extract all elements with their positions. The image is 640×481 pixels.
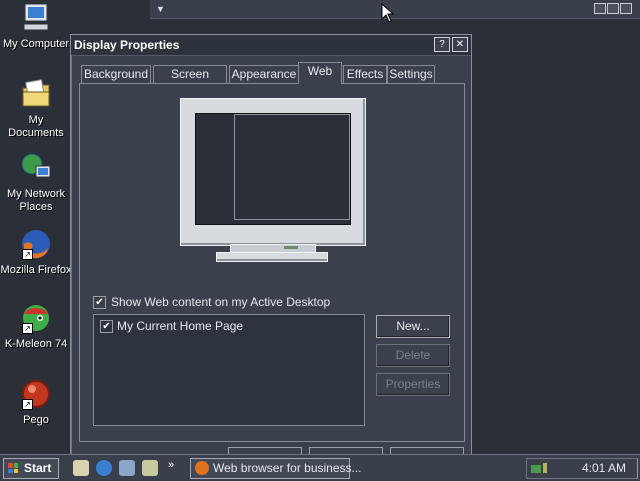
k-meleon-icon: ↗: [20, 302, 52, 334]
pego-icon: ↗: [20, 378, 52, 410]
show-web-content-label: Show Web content on my Active Desktop: [111, 295, 331, 309]
monitor-preview: [180, 98, 366, 246]
start-button[interactable]: Start: [3, 458, 59, 479]
close-icon[interactable]: [620, 3, 632, 14]
close-button[interactable]: ✕: [452, 37, 468, 52]
start-label: Start: [24, 461, 52, 475]
tab-screen-saver[interactable]: Screen Saver: [153, 65, 227, 98]
firefox-icon: [195, 461, 209, 475]
help-button[interactable]: ?: [434, 37, 450, 52]
desktop-icon-mozilla-firefox[interactable]: ↗ Mozilla Firefox: [0, 228, 72, 277]
background-window-titlebar: ▼: [150, 0, 640, 19]
list-item-checkbox[interactable]: ✔: [100, 320, 113, 333]
tab-background[interactable]: Background: [81, 65, 151, 83]
tab-effects[interactable]: Effects: [343, 65, 387, 83]
dialog-title: Display Properties: [74, 38, 180, 52]
web-items-list[interactable]: ✔ My Current Home Page: [93, 314, 365, 426]
quick-launch-more-icon[interactable]: »: [168, 459, 174, 471]
internet-explorer-icon[interactable]: [96, 460, 112, 476]
task-button-browser[interactable]: Web browser for business...: [190, 458, 362, 479]
active-desktop-item-preview: [234, 114, 350, 220]
restore-icon[interactable]: [594, 3, 606, 14]
documents-folder-icon: [20, 78, 52, 110]
dialog-titlebar[interactable]: Display Properties ? ✕: [71, 35, 471, 56]
monitor-stand-base: [216, 252, 328, 262]
windows-flag-icon: [8, 463, 18, 473]
tab-web[interactable]: Web: [298, 62, 342, 84]
ok-button[interactable]: [228, 447, 302, 454]
delete-button[interactable]: Delete: [376, 344, 450, 367]
desktop-icon-label: My Documents: [8, 114, 64, 139]
menu-arrow-icon[interactable]: ▼: [156, 4, 165, 14]
show-web-content-checkbox[interactable]: ✔: [93, 296, 106, 309]
desktop-icon-label: Places: [19, 201, 53, 213]
web-tab-panel: ✔ Show Web content on my Active Desktop …: [79, 83, 465, 442]
taskbar: Start » Web browser for business... 4:01…: [0, 454, 640, 481]
new-button[interactable]: New...: [376, 315, 450, 338]
desktop-icon-my-network-places[interactable]: My Network Places: [0, 152, 72, 214]
network-tray-icon[interactable]: [531, 461, 547, 475]
system-tray: 4:01 AM: [526, 458, 638, 479]
desktop-icon-label: K-Meleon 74: [4, 338, 68, 350]
monitor-led: [284, 246, 298, 249]
shortcut-arrow-icon: ↗: [22, 249, 33, 260]
display-properties-dialog: Display Properties ? ✕ Background Screen…: [70, 34, 472, 456]
desktop-icon-my-computer[interactable]: My Computer: [0, 2, 72, 51]
desktop-icon-k-meleon[interactable]: ↗ K-Meleon 74: [0, 302, 72, 351]
tab-appearance[interactable]: Appearance: [229, 65, 299, 83]
cancel-button[interactable]: [309, 447, 383, 454]
monitor-screen: [195, 113, 351, 225]
desktop-icon-label: My Network: [6, 188, 66, 200]
shortcut-arrow-icon: ↗: [22, 323, 33, 334]
properties-button[interactable]: Properties: [376, 373, 450, 396]
outlook-express-icon[interactable]: [119, 460, 135, 476]
desktop-icon-label: Pego: [23, 414, 49, 426]
network-places-icon: [20, 152, 52, 184]
mouse-cursor-icon: [381, 3, 395, 23]
shortcut-arrow-icon: ↗: [22, 399, 33, 410]
show-desktop-icon[interactable]: [73, 460, 89, 476]
desktop-icon-pego[interactable]: ↗ Pego: [0, 378, 72, 427]
desktop-icon-label: Mozilla Firefox: [0, 264, 72, 276]
firefox-icon: ↗: [20, 228, 52, 260]
clock: 4:01 AM: [582, 461, 627, 475]
desktop-icon-my-documents[interactable]: My Documents: [0, 78, 72, 140]
apply-button[interactable]: [390, 447, 464, 454]
tab-settings[interactable]: Settings: [387, 65, 435, 83]
task-button-label: Web browser for business...: [213, 461, 362, 475]
list-item-label[interactable]: My Current Home Page: [117, 319, 243, 333]
computer-icon: [20, 2, 52, 34]
media-player-icon[interactable]: [142, 460, 158, 476]
restore-icon[interactable]: [607, 3, 619, 14]
desktop-icon-label: My Computer: [2, 38, 70, 50]
